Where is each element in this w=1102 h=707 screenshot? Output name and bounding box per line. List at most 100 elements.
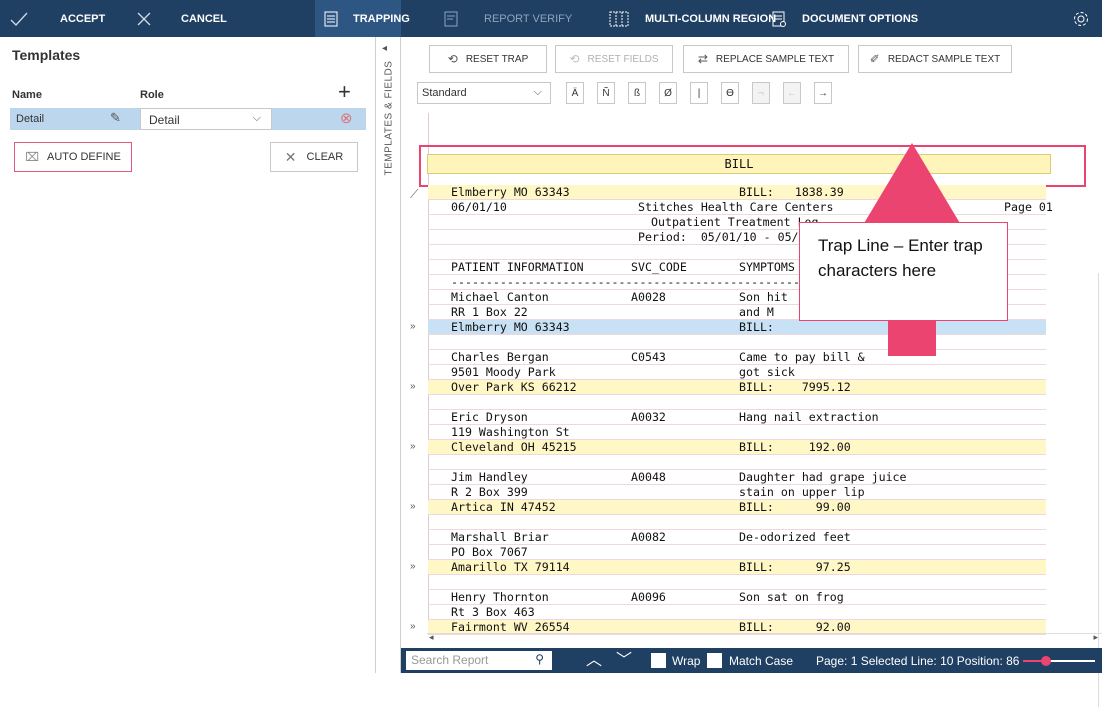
- row-marker-icon[interactable]: »: [410, 381, 416, 392]
- report-cell: PATIENT INFORMATION: [451, 260, 584, 274]
- chevron-down-icon[interactable]: ﹀: [616, 648, 632, 673]
- report-cell: BILL: 1838.39: [739, 185, 844, 199]
- reset-icon: ⟲: [447, 52, 458, 66]
- templates-fields-side-tab[interactable]: ◂ TEMPLATES & FIELDS: [376, 37, 401, 673]
- reset-fields-icon: ⟲: [569, 52, 580, 66]
- report-line[interactable]: [428, 515, 1046, 530]
- report-line[interactable]: [428, 575, 1046, 590]
- char-button-right-arrow[interactable]: →: [814, 82, 832, 104]
- row-marker-icon[interactable]: »: [410, 501, 416, 512]
- reset-trap-label: RESET TRAP: [465, 53, 529, 65]
- pin-icon: ⟋: [410, 187, 419, 201]
- scroll-left-icon[interactable]: ◂: [429, 632, 434, 643]
- replace-icon: ⇄: [697, 52, 708, 66]
- reset-trap-button[interactable]: ⟲ RESET TRAP: [429, 45, 547, 73]
- multi-column-region-tab[interactable]: MULTI-COLUMN REGION: [609, 0, 776, 37]
- report-line[interactable]: [428, 335, 1046, 350]
- char-button-o-slash[interactable]: Ø: [659, 82, 677, 104]
- char-button-n-tilde[interactable]: Ñ: [597, 82, 615, 104]
- row-marker-icon[interactable]: »: [410, 561, 416, 572]
- char-button-eszett[interactable]: ß: [628, 82, 646, 104]
- report-cell: Eric Dryson: [451, 410, 528, 424]
- report-cell: Hang nail extraction: [739, 410, 879, 424]
- trapping-tab[interactable]: TRAPPING: [324, 0, 410, 37]
- columns-icon: [609, 11, 629, 26]
- report-line[interactable]: Eric Dryson A0032 Hang nail extraction: [428, 410, 1046, 425]
- report-line[interactable]: Henry Thornton A0096 Son sat on frog: [428, 590, 1046, 605]
- redact-sample-text-button[interactable]: ✐ REDACT SAMPLE TEXT: [858, 45, 1012, 73]
- report-verify-tab[interactable]: REPORT VERIFY: [444, 0, 572, 37]
- zoom-slider-knob[interactable]: [1041, 656, 1051, 666]
- row-marker-icon[interactable]: »: [410, 441, 416, 452]
- report-line[interactable]: Rt 3 Box 463: [428, 605, 1046, 620]
- report-line[interactable]: 119 Washington St: [428, 425, 1046, 440]
- search-report-input[interactable]: Search Report ⚲: [406, 651, 552, 670]
- horizontal-scrollbar[interactable]: ◂ ▸: [427, 632, 1102, 646]
- trap-line-highlight: [419, 145, 1086, 187]
- settings-button[interactable]: [1072, 0, 1090, 37]
- report-cell: A0032: [631, 410, 666, 424]
- row-marker-icon[interactable]: »: [410, 321, 416, 332]
- template-row[interactable]: Detail ✎ Detail ⌵ ⊗: [10, 108, 366, 130]
- report-cell: stain on upper lip: [739, 485, 865, 499]
- char-button-theta[interactable]: ϴ: [721, 82, 739, 104]
- scroll-right-icon[interactable]: ▸: [1093, 632, 1098, 643]
- report-line[interactable]: Charles Bergan C0543 Came to pay bill &: [428, 350, 1046, 365]
- zoom-slider[interactable]: [1023, 656, 1095, 666]
- report-cell: Son hit: [739, 290, 788, 304]
- report-line[interactable]: Marshall Briar A0082 De-odorized feet: [428, 530, 1046, 545]
- document-list-icon: [324, 11, 338, 26]
- check-icon: [10, 12, 28, 26]
- report-line[interactable]: Cleveland OH 45215 BILL: 192.00: [428, 440, 1046, 455]
- report-line[interactable]: [428, 395, 1046, 410]
- report-line[interactable]: [428, 455, 1046, 470]
- zoom-slider-fill: [1023, 660, 1043, 662]
- row-marker-icon[interactable]: »: [410, 621, 416, 632]
- char-button-not[interactable]: ¬: [752, 82, 770, 104]
- report-line[interactable]: Elmberry MO 63343 BILL:: [428, 320, 1046, 335]
- cancel-button[interactable]: CANCEL: [137, 0, 227, 37]
- report-cell: Jim Handley: [451, 470, 528, 484]
- report-cell: Outpatient Treatment Log: [651, 215, 819, 229]
- report-cell: 119 Washington St: [451, 425, 570, 439]
- wrap-checkbox[interactable]: [651, 653, 666, 668]
- report-cell: PO Box 7067: [451, 545, 528, 559]
- match-case-checkbox[interactable]: [707, 653, 722, 668]
- add-template-button[interactable]: +: [338, 81, 351, 103]
- report-line[interactable]: PO Box 7067: [428, 545, 1046, 560]
- trap-type-select[interactable]: Standard ⌵: [417, 82, 551, 104]
- accept-label: ACCEPT: [60, 12, 106, 25]
- report-line[interactable]: Amarillo TX 79114 BILL: 97.25: [428, 560, 1046, 575]
- report-cell: Son sat on frog: [739, 590, 844, 604]
- report-cell: Michael Canton: [451, 290, 549, 304]
- char-button-a-umlaut[interactable]: Ä: [566, 82, 584, 104]
- chevron-up-icon[interactable]: ︿: [586, 648, 602, 673]
- report-line[interactable]: Over Park KS 66212 BILL: 7995.12: [428, 380, 1046, 395]
- edit-icon[interactable]: ✎: [110, 110, 121, 126]
- report-line[interactable]: Jim Handley A0048 Daughter had grape juice: [428, 470, 1046, 485]
- report-line[interactable]: R 2 Box 399 stain on upper lip: [428, 485, 1046, 500]
- template-name: Detail: [16, 113, 45, 125]
- report-cell: Amarillo TX 79114: [451, 560, 570, 574]
- auto-define-button[interactable]: ⌧ AUTO DEFINE: [14, 142, 132, 172]
- templates-panel: Templates Name Role + Detail ✎ Detail ⌵ …: [0, 37, 376, 673]
- report-viewer[interactable]: BILL ⟋ Elmberry MO 63343 BILL: 1838.39 06/…: [401, 113, 1102, 707]
- replace-sample-text-button[interactable]: ⇄ REPLACE SAMPLE TEXT: [683, 45, 849, 73]
- accept-button[interactable]: ACCEPT: [10, 0, 105, 37]
- report-cell: RR 1 Box 22: [451, 305, 528, 319]
- reset-fields-button[interactable]: ⟲ RESET FIELDS: [555, 45, 673, 73]
- gear-icon: [1074, 11, 1088, 26]
- document-options-tab[interactable]: DOCUMENT OPTIONS: [772, 0, 918, 37]
- report-line[interactable]: 9501 Moody Park got sick: [428, 365, 1046, 380]
- char-button-pipe[interactable]: |: [690, 82, 708, 104]
- clear-button[interactable]: ✕ CLEAR: [270, 142, 358, 172]
- search-icon[interactable]: ⚲: [535, 652, 544, 666]
- role-select[interactable]: Detail ⌵: [140, 108, 272, 130]
- char-button-left-arrow[interactable]: ←: [783, 82, 801, 104]
- report-line[interactable]: Artica IN 47452 BILL: 99.00: [428, 500, 1046, 515]
- report-cell: BILL: 97.25: [739, 560, 851, 574]
- multi-column-label: MULTI-COLUMN REGION: [645, 12, 777, 25]
- delete-icon[interactable]: ⊗: [340, 109, 353, 127]
- trapping-label: TRAPPING: [353, 12, 410, 25]
- collapse-arrow-icon[interactable]: ◂: [382, 43, 387, 54]
